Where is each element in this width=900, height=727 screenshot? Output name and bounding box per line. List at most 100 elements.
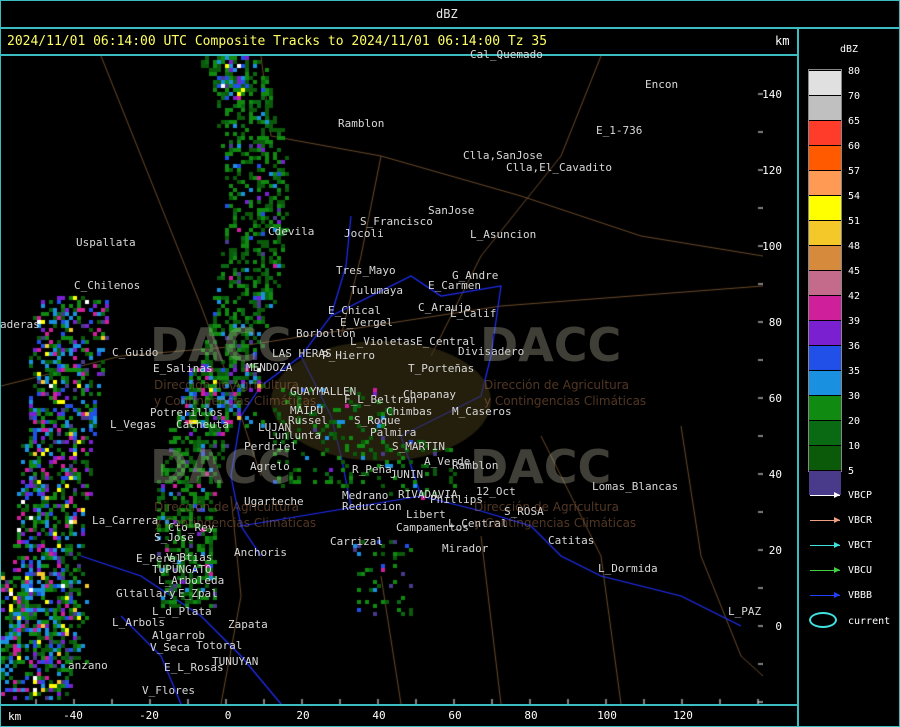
place-label: S_Francisco [360,215,433,228]
y-tick-label: 120 [762,164,782,177]
place-label: Borbollon [296,327,356,340]
current-label: current [848,616,891,627]
place-label: Anchoris [234,546,287,559]
unit-header: dBZ [436,7,458,21]
watermark-logo: DACC [480,318,622,372]
place-label: Carrizal [330,535,383,548]
place-label: C_Chilenos [74,279,141,292]
track-arrow-icon [834,567,840,573]
track-arrow-icon [834,592,840,598]
place-label: L_Arboleda [158,574,225,587]
place-label: L_Asuncion [470,228,537,241]
track-label-vbbb: VBBB [848,590,873,601]
track-arrow-icon [834,492,840,498]
place-label: Jocoli [344,227,384,240]
place-label: L_PAZ [728,605,762,618]
scale-swatch-51 [809,221,841,245]
radar-canvas[interactable] [1,56,763,704]
scale-label-39: 39 [848,316,861,327]
place-label: TUNUYAN [212,655,259,668]
watermark-subtitle: y Contingencias Climáticas [484,394,647,408]
place-label: E_1-736 [596,124,643,137]
legend-title: dBZ [840,44,859,55]
color-scale [808,69,842,495]
x-tick-label: 20 [296,709,310,722]
y-tick-label: 140 [762,88,782,101]
place-label: L_Arbols [112,616,165,629]
x-axis-unit: km [8,710,22,723]
scale-swatch-10 [809,446,841,470]
place-label: Uspallata [76,236,136,249]
scale-label-48: 48 [848,241,861,252]
x-tick-label: 0 [224,709,232,722]
place-label: L_Vegas [110,418,157,431]
y-tick-label: 80 [768,316,782,329]
y-tick-label: 0 [775,620,782,633]
watermark-logo: DACC [150,318,292,372]
place-label: Palmira [370,426,417,439]
track-label-vbcr: VBCR [848,515,873,526]
place-label: R_Peña [352,463,392,476]
place-label: Encon [645,78,679,91]
scale-swatch-36 [809,346,841,370]
scale-swatch-35 [809,371,841,395]
x-tick-label: -40 [63,709,83,722]
scale-swatch-20 [809,421,841,445]
scale-swatch-60 [809,146,841,170]
place-label: Ramblon [338,117,385,130]
place-label: S_MARTIN [392,440,445,453]
track-label-vbcp: VBCP [848,490,873,501]
y-axis-unit: km [775,34,790,48]
place-label: S_Jose [154,531,194,544]
watermark-subtitle: Dirección de Agricultura [474,500,619,514]
scale-label-20: 20 [848,416,861,427]
scale-swatch-30 [809,396,841,420]
scale-label-35: 35 [848,366,861,377]
watermark-subtitle: y Contingencias Climáticas [154,394,317,408]
place-label: Tres_Mayo [336,264,396,277]
y-tick-label: 20 [768,544,782,557]
place-label: G_Andre [452,269,499,282]
scale-swatch-45 [809,271,841,295]
place-label: aderas [0,318,40,331]
scale-swatch-70 [809,96,841,120]
x-tick-label: 100 [597,709,617,722]
place-label: La_Carrera [92,514,159,527]
scale-label-51: 51 [848,216,861,227]
y-tick-label: 100 [762,240,782,253]
track-label-vbct: VBCT [848,540,873,551]
place-label: JUNIN [390,468,424,481]
track-label-vbcu: VBCU [848,565,873,576]
y-tick-label: 40 [768,468,782,481]
place-label: T_Porteñas [408,362,475,375]
scale-label-5: 5 [848,466,855,477]
place-label: Cal_Quemado [470,48,543,61]
place-label: anzano [68,659,108,672]
scale-label-45: 45 [848,266,861,277]
place-label: L_Violetas [350,335,417,348]
scale-label-60: 60 [848,141,861,152]
place-label: Catitas [548,534,595,547]
watermark-logo: DACC [150,440,292,494]
place-label: Libert [406,508,446,521]
scale-swatch-42 [809,296,841,320]
scale-label-80: 80 [848,66,861,77]
scale-swatch-57 [809,171,841,195]
scale-swatch-54 [809,196,841,220]
watermark-subtitle: Dirección de Agricultura [154,378,299,392]
place-label: Tulumaya [350,284,403,297]
place-label: L_Dormida [598,562,658,575]
place-label: Zapata [228,618,268,631]
scale-label-65: 65 [848,116,861,127]
place-label: Cdevila [268,225,315,238]
place-label: SanJose [428,204,475,217]
x-tick-label: 60 [448,709,462,722]
place-label: Russel [288,414,328,427]
radar-map[interactable] [0,55,798,705]
place-label: Totoral [196,639,243,652]
place-label: Reduccion [342,500,402,513]
map-title: 2024/11/01 06:14:00 UTC Composite Tracks… [7,34,548,49]
place-label: Chapanay [403,388,456,401]
place-label: E_Zpal [178,587,218,600]
current-cell-icon [809,612,837,628]
